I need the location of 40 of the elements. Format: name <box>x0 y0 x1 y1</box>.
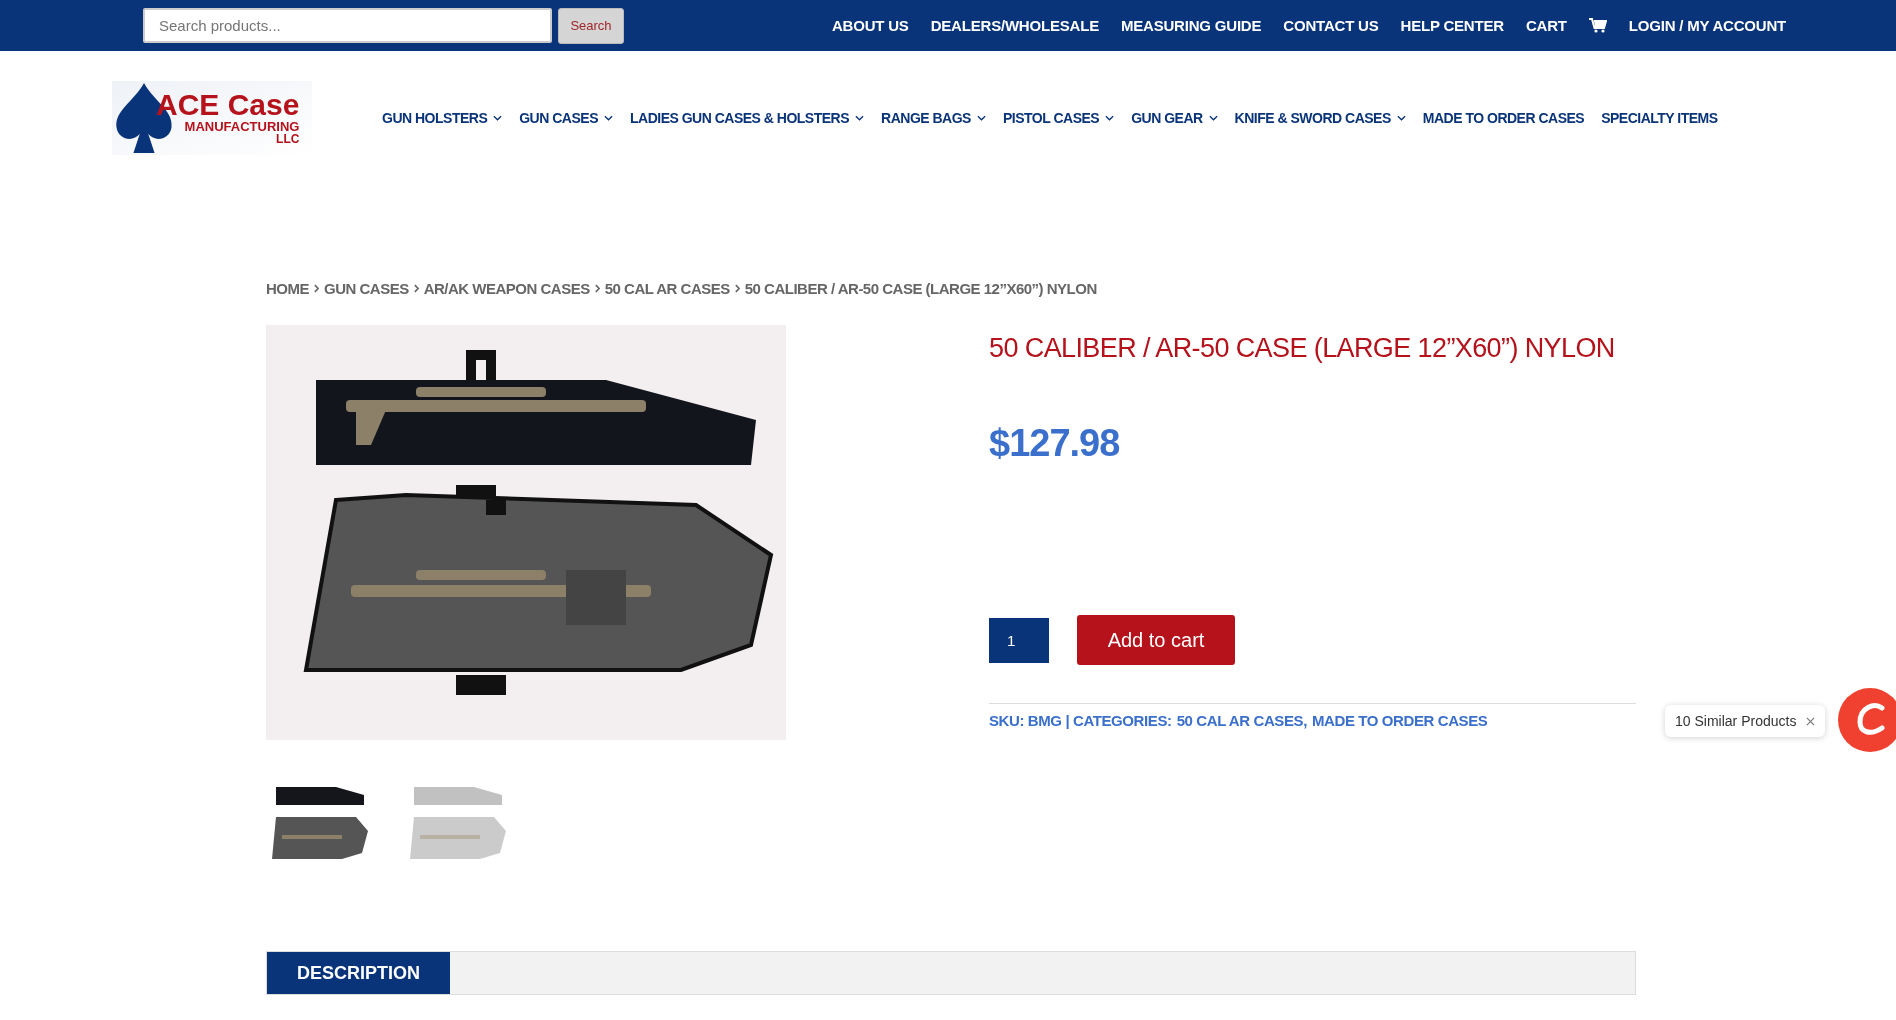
nav-menu-item[interactable]: SPECIALTY ITEMS <box>1601 109 1718 126</box>
chevron-icon <box>594 284 600 293</box>
breadcrumb-link[interactable]: 50 CAL AR CASES <box>604 280 730 297</box>
quantity-field[interactable]: 1 <box>989 617 1049 663</box>
nav-menu-item[interactable]: KNIFE & SWORD CASES <box>1234 109 1406 126</box>
nav-menu-item[interactable]: PISTOL CASES <box>1002 109 1115 126</box>
breadcrumb-link[interactable]: AR/AK WEAPON CASES <box>423 280 590 297</box>
close-icon[interactable] <box>1806 716 1816 726</box>
top-nav-link[interactable]: CART <box>1525 17 1567 34</box>
breadcrumb-link[interactable]: HOME <box>266 280 309 297</box>
product-title: 50 CALIBER / AR-50 CASE (LARGE 12”X60”) NYLON <box>989 333 1616 364</box>
chevron-icon <box>314 284 319 293</box>
nav-menu-item[interactable]: GUN HOLSTERS <box>382 109 503 126</box>
top-nav-link[interactable]: HELP CENTER <box>1400 17 1504 34</box>
nav-menu-item[interactable]: RANGE BAGS <box>881 109 986 126</box>
top-nav-link[interactable]: MEASURING GUIDE <box>1120 17 1262 34</box>
nav-menu-item[interactable]: GUN GEAR <box>1131 109 1218 126</box>
description-tab[interactable]: DESCRIPTION <box>267 952 450 994</box>
nav-menu-item[interactable]: MADE TO ORDER CASES <box>1422 109 1585 126</box>
top-nav-link[interactable]: DEALERS/WHOLESALE <box>930 17 1099 34</box>
similar-products-badge[interactable]: 10 Similar Products <box>1665 705 1826 737</box>
breadcrumb-link[interactable]: GUN CASES <box>324 280 409 297</box>
top-nav-link[interactable]: LOGIN / MY ACCOUNT <box>1628 17 1786 34</box>
chevron-icon <box>413 284 419 293</box>
breadcrumb-current[interactable]: 50 CALIBER / AR-50 CASE (LARGE 12”X60”) NYLON <box>744 280 1097 297</box>
add-to-cart-button[interactable]: Add to cart <box>1077 615 1235 665</box>
category-link[interactable]: MADE TO ORDER CASES <box>1311 712 1488 729</box>
logo[interactable]: ACE Case MANUFACTURING LLC <box>112 80 312 155</box>
chevron-icon <box>734 284 740 293</box>
chat-widget-icon[interactable] <box>1838 688 1896 752</box>
search-button[interactable]: Search <box>558 7 624 44</box>
category-link[interactable]: 50 CAL AR CASES, <box>1176 712 1307 729</box>
top-nav-link[interactable]: CONTACT US <box>1283 17 1379 34</box>
nav-menu-item[interactable]: GUN CASES <box>519 109 613 126</box>
nav-menu-item[interactable]: LADIES GUN CASES & HOLSTERS <box>629 109 865 126</box>
top-nav-link[interactable]: ABOUT US <box>831 17 909 34</box>
product-price: $127.98 <box>989 422 1121 465</box>
cart-icon[interactable] <box>1588 18 1607 33</box>
product-meta: SKU: BMG | CATEGORIES: <box>989 712 1172 729</box>
search-field[interactable]: Search products... <box>143 7 552 43</box>
